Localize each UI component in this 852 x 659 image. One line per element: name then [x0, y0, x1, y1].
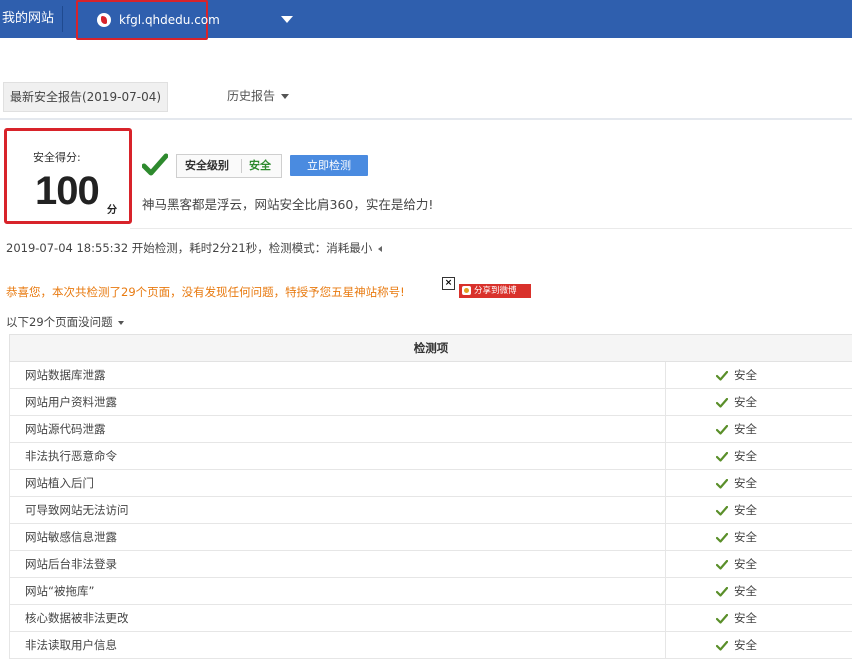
- checkmark-icon: [716, 371, 728, 381]
- check-item-status: 安全: [666, 578, 852, 605]
- security-level-value: 安全: [249, 155, 271, 177]
- score-label: 安全得分:: [33, 149, 81, 165]
- status-text: 安全: [734, 476, 757, 490]
- table-row: 网站后台非法登录 安全: [10, 551, 852, 578]
- check-item-status: 安全: [666, 470, 852, 497]
- site-favicon-icon: [97, 13, 111, 27]
- table-header-row: 检测项: [10, 335, 852, 362]
- chevron-down-icon: [118, 321, 124, 325]
- score-unit: 分: [107, 201, 117, 216]
- checkmark-icon: [142, 152, 168, 178]
- status-text: 安全: [734, 584, 757, 598]
- check-item-name: 网站用户资料泄露: [10, 389, 666, 416]
- checkmark-icon: [716, 614, 728, 624]
- status-text: 安全: [734, 530, 757, 544]
- table-row: 可导致网站无法访问 安全: [10, 497, 852, 524]
- pages-ok-label: 以下29个页面没问题: [6, 315, 113, 329]
- level-divider: [241, 159, 242, 173]
- check-item-name: 网站源代码泄露: [10, 416, 666, 443]
- table-row: 非法执行恶意命令 安全: [10, 443, 852, 470]
- status-text: 安全: [734, 395, 757, 409]
- table-row: 网站“被拖库” 安全: [10, 578, 852, 605]
- checkmark-icon: [716, 479, 728, 489]
- table-row: 网站用户资料泄露 安全: [10, 389, 852, 416]
- check-item-name: 网站植入后门: [10, 470, 666, 497]
- check-item-name: 网站“被拖库”: [10, 578, 666, 605]
- check-item-status: 安全: [666, 632, 852, 659]
- check-item-status: 安全: [666, 524, 852, 551]
- tab-latest-report[interactable]: 最新安全报告(2019-07-04): [3, 82, 168, 112]
- scan-info: 2019-07-04 18:55:32 开始检测，耗时2分21秒，检测模式：消耗…: [6, 240, 382, 256]
- check-item-name: 网站数据库泄露: [10, 362, 666, 389]
- checkmark-icon: [716, 452, 728, 462]
- status-text: 安全: [734, 503, 757, 517]
- check-item-name: 核心数据被非法更改: [10, 605, 666, 632]
- scan-info-text: 2019-07-04 18:55:32 开始检测，耗时2分21秒，检测模式：消耗…: [6, 241, 372, 255]
- top-navigation-bar: 我的网站 kfgl.qhdedu.com: [0, 0, 852, 38]
- checkmark-icon: [716, 560, 728, 570]
- pages-ok-toggle[interactable]: 以下29个页面没问题: [6, 314, 124, 330]
- section-divider: [0, 118, 852, 120]
- chevron-left-icon[interactable]: [378, 246, 382, 252]
- my-sites-link[interactable]: 我的网站: [0, 0, 54, 38]
- table-row: 核心数据被非法更改 安全: [10, 605, 852, 632]
- check-item-name: 网站后台非法登录: [10, 551, 666, 578]
- table-header-check-item: 检测项: [10, 335, 852, 362]
- detect-now-button[interactable]: 立即检测: [290, 155, 368, 176]
- check-item-status: 安全: [666, 362, 852, 389]
- security-level-badge: 安全级别 安全: [176, 154, 282, 178]
- share-weibo-label: 分享到微博: [474, 286, 517, 296]
- tab-history-report[interactable]: 历史报告: [227, 82, 289, 110]
- check-item-name: 可导致网站无法访问: [10, 497, 666, 524]
- security-level-label: 安全级别: [185, 155, 229, 177]
- checkmark-icon: [716, 533, 728, 543]
- check-item-status: 安全: [666, 551, 852, 578]
- tab-history-label: 历史报告: [227, 89, 275, 103]
- check-item-status: 安全: [666, 497, 852, 524]
- status-text: 安全: [734, 557, 757, 571]
- check-item-status: 安全: [666, 416, 852, 443]
- checkmark-icon: [716, 506, 728, 516]
- weibo-icon: [462, 286, 471, 295]
- status-text: 安全: [734, 449, 757, 463]
- close-icon[interactable]: ×: [442, 277, 455, 290]
- status-text: 安全: [734, 422, 757, 436]
- status-text: 安全: [734, 638, 757, 652]
- checkmark-icon: [716, 425, 728, 435]
- security-score-box: 安全得分: 100 分: [4, 128, 132, 224]
- checkmark-icon: [716, 587, 728, 597]
- results-table: 检测项 网站数据库泄露安全网站用户资料泄露安全网站源代码泄露安全非法执行恶意命令…: [9, 334, 852, 659]
- score-value: 100: [35, 169, 99, 214]
- congrats-message: 恭喜您，本次共检测了29个页面，没有发现任何问题，特授予您五星神站称号!: [6, 284, 405, 300]
- table-row: 网站植入后门 安全: [10, 470, 852, 497]
- table-row: 网站源代码泄露 安全: [10, 416, 852, 443]
- table-row: 非法读取用户信息 安全: [10, 632, 852, 659]
- check-item-status: 安全: [666, 605, 852, 632]
- score-divider: [130, 228, 852, 229]
- site-dropdown-caret-icon[interactable]: [281, 16, 293, 23]
- checkmark-icon: [716, 641, 728, 651]
- check-item-status: 安全: [666, 443, 852, 470]
- site-domain: kfgl.qhdedu.com: [119, 2, 220, 38]
- share-weibo-button[interactable]: 分享到微博: [459, 284, 531, 298]
- table-row: 网站数据库泄露 安全: [10, 362, 852, 389]
- check-item-name: 非法执行恶意命令: [10, 443, 666, 470]
- status-text: 安全: [734, 611, 757, 625]
- checkmark-icon: [716, 398, 728, 408]
- topbar-divider: [62, 6, 63, 32]
- security-motto: 神马黑客都是浮云，网站安全比肩360，实在是给力!: [142, 194, 433, 213]
- site-selector[interactable]: kfgl.qhdedu.com: [76, 0, 208, 40]
- table-row: 网站敏感信息泄露 安全: [10, 524, 852, 551]
- status-text: 安全: [734, 368, 757, 382]
- check-item-name: 网站敏感信息泄露: [10, 524, 666, 551]
- check-item-name: 非法读取用户信息: [10, 632, 666, 659]
- check-item-status: 安全: [666, 389, 852, 416]
- chevron-down-icon: [281, 94, 289, 99]
